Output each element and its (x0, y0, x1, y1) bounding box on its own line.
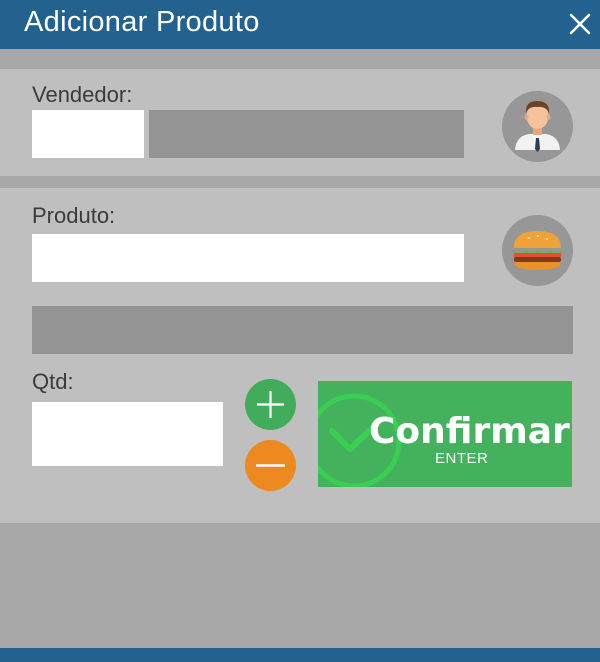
minus-icon (256, 464, 285, 467)
product-panel: Produto: Qtd: Confirmar ENTER (0, 188, 600, 523)
quantity-input[interactable] (32, 402, 223, 466)
footer-bar (0, 648, 600, 662)
window-title: Adicionar Produto (24, 6, 260, 38)
confirm-button[interactable]: Confirmar ENTER (318, 381, 572, 487)
quantity-label: Qtd: (32, 369, 74, 394)
burger-icon (513, 231, 562, 270)
plus-icon (257, 391, 284, 418)
product-search-input[interactable] (32, 234, 464, 282)
confirm-shortcut-hint: ENTER (435, 450, 489, 467)
product-description-field (32, 306, 573, 354)
close-button[interactable] (566, 10, 594, 38)
product-search-button[interactable] (502, 215, 573, 286)
vendor-code-input[interactable] (32, 110, 144, 158)
confirm-label: Confirmar (369, 411, 570, 452)
vendor-label: Vendedor: (32, 82, 133, 107)
vendor-name-field (149, 110, 464, 158)
increment-button[interactable] (245, 379, 296, 430)
product-label: Produto: (32, 203, 116, 228)
decrement-button[interactable] (245, 440, 296, 491)
close-icon (569, 13, 591, 35)
vendor-search-button[interactable] (502, 91, 573, 162)
vendor-panel: Vendedor: (0, 69, 600, 176)
salesman-avatar-icon (515, 101, 560, 152)
title-bar: Adicionar Produto (0, 0, 600, 49)
